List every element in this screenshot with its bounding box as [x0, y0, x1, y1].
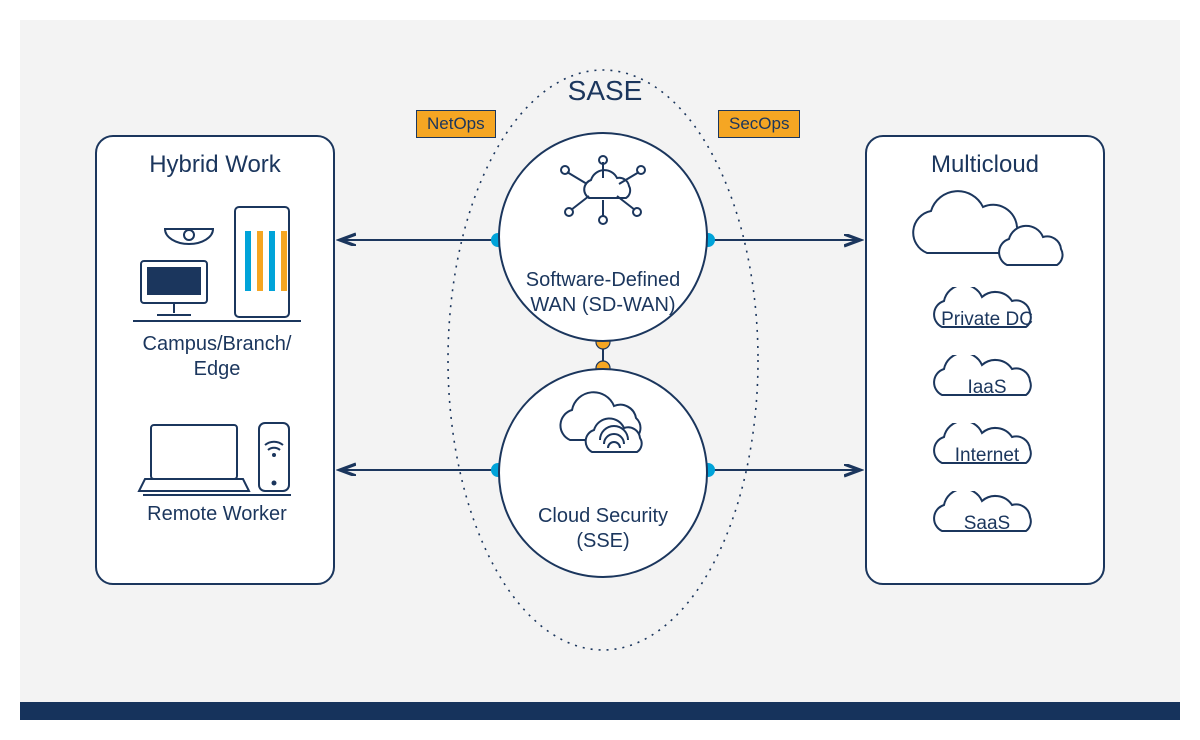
sase-title: SASE	[560, 75, 650, 107]
iaas-label: IaaS	[927, 377, 1047, 399]
multicloud-title: Multicloud	[867, 151, 1103, 179]
campus-branch-edge-icon	[127, 195, 307, 325]
sse-label: Cloud Security (SSE)	[538, 504, 668, 554]
campus-branch-edge-label: Campus/Branch/ Edge	[97, 332, 337, 382]
sdwan-circle: Software-Defined WAN (SD-WAN)	[498, 132, 708, 342]
bottom-bar	[20, 702, 1180, 720]
sse-icon	[548, 390, 658, 470]
secops-badge: SecOps	[718, 110, 800, 138]
sdwan-icon	[553, 154, 653, 234]
hybrid-work-box: Hybrid Work	[95, 135, 335, 585]
sse-circle: Cloud Security (SSE)	[498, 368, 708, 578]
saas-label: SaaS	[927, 513, 1047, 535]
hybrid-work-title: Hybrid Work	[97, 151, 333, 179]
private-dc-label: Private DC	[927, 309, 1047, 331]
remote-worker-label: Remote Worker	[97, 502, 337, 527]
diagram-canvas: SASE NetOps SecOps Hybrid Work	[20, 20, 1180, 720]
multicloud-box: Multicloud Private DC IaaS Internet SaaS	[865, 135, 1105, 585]
multicloud-icon	[897, 187, 1077, 277]
sdwan-label: Software-Defined WAN (SD-WAN)	[526, 268, 681, 318]
netops-badge: NetOps	[416, 110, 496, 138]
remote-worker-icon	[137, 417, 297, 497]
internet-label: Internet	[927, 445, 1047, 467]
